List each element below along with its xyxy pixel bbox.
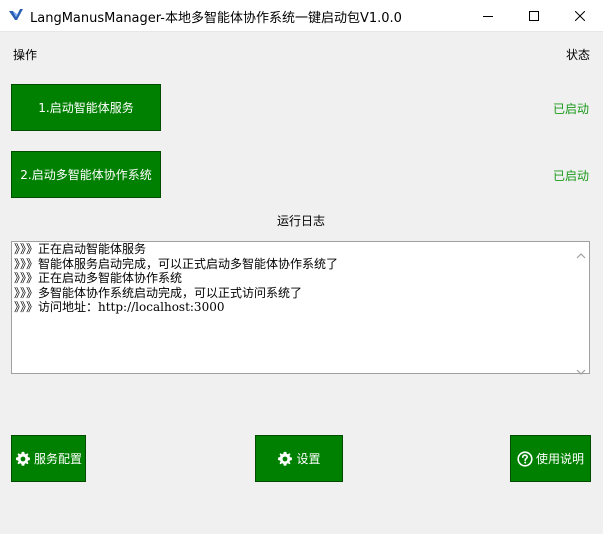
start-multi-agent-system-label: 2.启动多智能体协作系统 [20,168,152,182]
start-agent-service-button[interactable]: 1.启动智能体服务 [11,84,161,131]
log-line: 》》》智能体服务启动完成，可以正式启动多智能体协作系统了 [14,256,339,271]
minimize-icon [483,11,493,21]
close-button[interactable] [557,0,603,31]
log-textarea[interactable]: 》》》正在启动智能体服务 》》》智能体服务启动完成，可以正式启动多智能体协作系统… [11,241,590,375]
app-window: LangManusManager-本地多智能体协作系统一键启动包V1.0.0 操… [0,0,603,534]
log-lines: 》》》正在启动智能体服务 》》》智能体服务启动完成，可以正式启动多智能体协作系统… [14,242,338,315]
operations-label: 操作 [13,48,38,62]
maximize-button[interactable] [511,0,557,31]
log-line: 》》》正在启动智能体服务 [14,242,147,256]
agent-service-status: 已启动 [553,102,590,116]
scroll-down-icon[interactable] [576,361,586,380]
log-line: 》》》多智能体协作系统启动完成，可以正式访问系统了 [14,285,303,300]
gear-icon [15,451,31,467]
gear-icon [277,451,293,467]
question-circle-icon [517,450,533,467]
help-button[interactable]: 使用说明 [510,435,591,482]
minimize-button[interactable] [465,0,511,31]
service-config-button[interactable]: 服务配置 [11,435,86,482]
title-bar[interactable]: LangManusManager-本地多智能体协作系统一键启动包V1.0.0 [0,0,603,32]
help-label: 使用说明 [535,452,584,466]
log-scrollbar[interactable] [573,242,589,375]
close-icon [575,10,585,21]
window-title: LangManusManager-本地多智能体协作系统一键启动包V1.0.0 [30,11,402,26]
settings-button[interactable]: 设置 [255,435,343,482]
log-line: 》》》访问地址：http://localhost:3000 [14,300,225,314]
maximize-icon [529,10,539,21]
settings-label: 设置 [296,452,321,466]
start-multi-agent-system-button[interactable]: 2.启动多智能体协作系统 [11,151,161,198]
status-label: 状态 [566,48,591,62]
app-logo-icon [8,7,24,23]
scroll-up-icon[interactable] [576,245,586,264]
service-config-label: 服务配置 [33,452,82,466]
log-line: 》》》正在启动多智能体协作系统 [14,271,183,285]
log-title: 运行日志 [277,214,326,228]
start-agent-service-label: 1.启动智能体服务 [38,101,134,115]
multi-agent-system-status: 已启动 [553,169,590,183]
